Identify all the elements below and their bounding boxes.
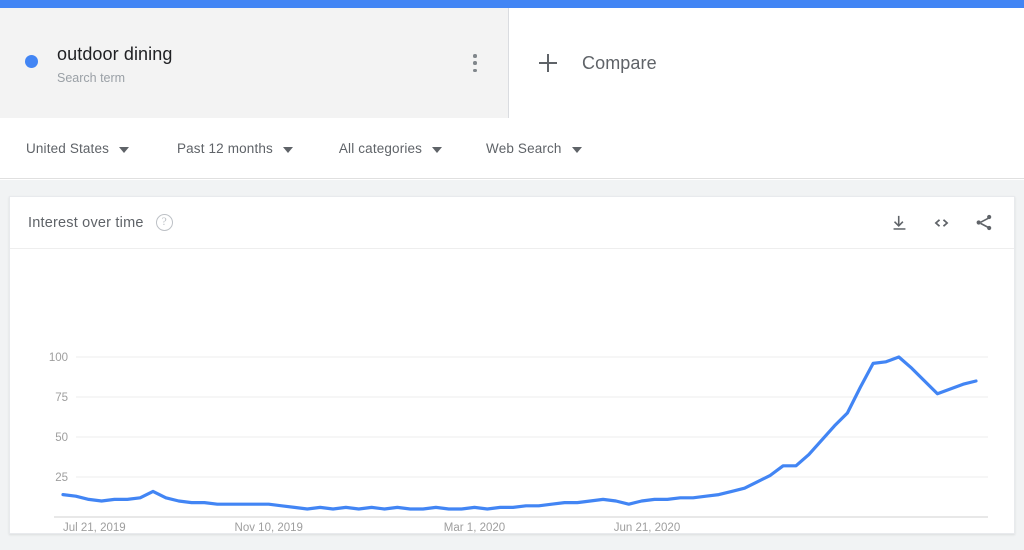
top-blue-bar (0, 0, 1024, 8)
series-color-dot (25, 55, 38, 68)
chart-x-axis-labels: Jul 21, 2019 Nov 10, 2019 Mar 1, 2020 Jun 2… (63, 522, 680, 533)
page-title: Interest over time (28, 214, 144, 231)
search-terms-row: outdoor dining Search term Compare (0, 8, 1024, 118)
download-icon[interactable] (890, 213, 909, 232)
more-vert-icon[interactable] (466, 52, 484, 74)
search-term-card[interactable]: outdoor dining Search term (0, 8, 509, 118)
filter-search-type[interactable]: Web Search (486, 119, 582, 178)
search-term-texts: outdoor dining Search term (57, 41, 173, 88)
embed-code-icon[interactable] (931, 212, 952, 233)
filter-search-type-label: Web Search (486, 141, 562, 156)
card-actions (890, 212, 994, 233)
share-icon[interactable] (974, 213, 994, 233)
filter-bar: United States Past 12 months All categor… (0, 119, 1024, 179)
plus-icon (539, 54, 557, 72)
filter-location-label: United States (26, 141, 109, 156)
interest-over-time-card: Interest over time ? 25 50 75 100 Jul 21… (9, 196, 1015, 534)
x-tick-label: Jun 21, 2020 (614, 522, 681, 533)
x-tick-label: Nov 10, 2019 (235, 522, 303, 533)
help-icon[interactable]: ? (155, 214, 173, 231)
filter-category[interactable]: All categories (338, 119, 443, 178)
x-tick-label: Mar 1, 2020 (444, 522, 505, 533)
chevron-down-icon (571, 146, 582, 153)
chevron-down-icon (119, 146, 129, 153)
filter-category-label: All categories (338, 141, 423, 156)
chevron-down-icon (432, 146, 443, 153)
card-header: Interest over time ? (10, 197, 1014, 249)
y-tick-label: 75 (55, 392, 68, 404)
y-tick-label: 50 (55, 432, 68, 444)
y-tick-label: 100 (49, 352, 68, 364)
compare-button[interactable]: Compare (509, 8, 1024, 118)
chart-gridlines (54, 356, 988, 518)
search-term-title: outdoor dining (57, 43, 173, 64)
google-trends-page: outdoor dining Search term Compare Unite… (0, 0, 1024, 550)
filter-time-range-label: Past 12 months (177, 141, 273, 156)
search-term-subtitle: Search term (57, 70, 126, 85)
compare-label: Compare (582, 52, 657, 73)
filter-location[interactable]: United States (26, 119, 129, 178)
x-tick-label: Jul 21, 2019 (63, 522, 126, 533)
chart-svg: 25 50 75 100 Jul 21, 2019 Nov 10, 2019 Mar 1,… (49, 352, 988, 533)
filter-time-range[interactable]: Past 12 months (177, 119, 293, 178)
y-tick-label: 25 (55, 472, 68, 484)
chart-y-axis-labels: 25 50 75 100 (49, 352, 68, 484)
chevron-down-icon (282, 146, 293, 153)
trend-line (61, 355, 978, 511)
interest-over-time-chart: 25 50 75 100 Jul 21, 2019 Nov 10, 2019 Mar 1,… (10, 249, 1014, 533)
